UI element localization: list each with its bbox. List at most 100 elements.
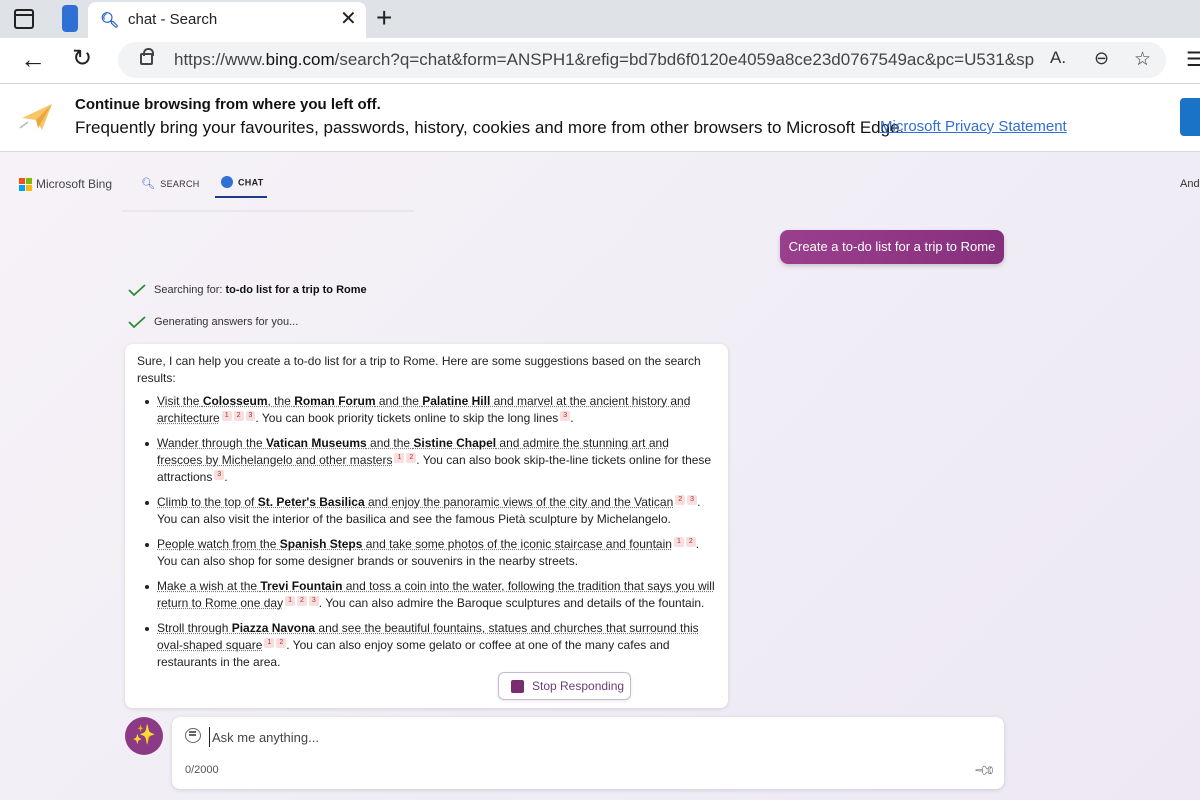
citation-badge[interactable]: 2 bbox=[685, 537, 696, 547]
stop-responding-label: Stop Responding bbox=[532, 679, 625, 693]
landmark-name: St. Peter's Basilica bbox=[257, 495, 365, 509]
back-icon[interactable]: ← bbox=[20, 45, 46, 73]
address-bar[interactable]: https://www.bing.com/search?q=chat&form=… bbox=[118, 42, 1166, 78]
answer-text: Wander through the bbox=[157, 436, 266, 450]
answer-text: Climb to the top of bbox=[157, 495, 258, 509]
import-infobar: Continue browsing from where you left of… bbox=[0, 84, 1200, 152]
landmark-name: Palatine Hill bbox=[422, 394, 491, 408]
microsoft-logo-icon bbox=[19, 177, 32, 191]
citation-badge[interactable]: 2 bbox=[233, 411, 244, 421]
tab-search[interactable]: 🔍︎ SEARCH bbox=[141, 177, 200, 190]
chat-input-box[interactable]: 0/2000 📌︎ bbox=[172, 717, 1004, 789]
citation-badge[interactable]: 3 bbox=[214, 470, 225, 480]
zoom-icon[interactable]: ⊖ bbox=[1094, 48, 1109, 69]
url-prefix: https://www. bbox=[174, 50, 266, 69]
citation-badge[interactable]: 3 bbox=[245, 411, 256, 421]
answer-text: and the bbox=[366, 436, 414, 450]
tab-strip: 🔍︎ chat - Search ✕ + bbox=[0, 0, 1200, 38]
citation-badge[interactable]: 1 bbox=[673, 537, 684, 547]
landmark-name: Spanish Steps bbox=[279, 537, 363, 551]
lock-icon[interactable] bbox=[140, 48, 154, 65]
answer-text: . bbox=[570, 411, 574, 425]
url-text[interactable]: https://www.bing.com/search?q=chat&form=… bbox=[174, 50, 1034, 70]
list-item: Visit the Colosseum, the Roman Forum and… bbox=[145, 393, 716, 427]
citation-badge[interactable]: 1 bbox=[285, 596, 295, 606]
generating-status: Generating answers for you... bbox=[128, 316, 298, 328]
cited-text[interactable]: Climb to the top of St. Peter's Basilica… bbox=[157, 495, 673, 509]
broom-icon: ✨ bbox=[132, 725, 156, 746]
reload-icon[interactable]: ↻ bbox=[72, 45, 92, 73]
read-aloud-icon[interactable]: A. bbox=[1050, 48, 1066, 68]
search-icon: 🔍︎ bbox=[141, 178, 156, 190]
answer-text: People watch from the bbox=[157, 537, 280, 551]
header-divider bbox=[122, 210, 414, 212]
citation-badge[interactable]: 3 bbox=[560, 411, 571, 421]
check-icon bbox=[128, 284, 146, 296]
answer-text: . bbox=[224, 470, 228, 484]
check-icon bbox=[128, 316, 146, 328]
searching-status: Searching for: to-do list for a trip to R… bbox=[128, 284, 367, 296]
list-item: Wander through the Vatican Museums and t… bbox=[145, 435, 716, 486]
address-toolbar: ← ↻ https://www.bing.com/search?q=chat&f… bbox=[0, 38, 1200, 84]
landmark-name: Piazza Navona bbox=[231, 621, 316, 635]
answer-text: and the bbox=[375, 394, 423, 408]
new-topic-button[interactable]: ✨ bbox=[125, 717, 163, 755]
answer-text: Make a wish at the bbox=[157, 579, 261, 593]
bot-answer: Sure, I can help you create a to-do list… bbox=[125, 344, 728, 708]
citation-badge[interactable]: 2 bbox=[296, 596, 307, 606]
bing-logo[interactable]: Microsoft Bing bbox=[19, 177, 112, 191]
answer-text: Stroll through bbox=[157, 621, 232, 635]
list-item: People watch from the Spanish Steps and … bbox=[145, 536, 716, 570]
tab-actions-icon[interactable] bbox=[14, 9, 34, 29]
citation-badge[interactable]: 1 bbox=[264, 638, 275, 648]
tab-search-label: SEARCH bbox=[160, 179, 200, 189]
citation-badge[interactable]: 2 bbox=[276, 638, 287, 648]
search-icon: 🔍︎ bbox=[100, 12, 120, 29]
chat-icon bbox=[221, 176, 233, 188]
stop-responding-button[interactable]: Stop Responding bbox=[498, 672, 631, 700]
answer-text: and take some photos of the iconic stair… bbox=[362, 537, 672, 551]
infobar-action-button[interactable] bbox=[1180, 98, 1200, 136]
landmark-name: Sistine Chapel bbox=[413, 436, 497, 450]
searching-query: to-do list for a trip to Rome bbox=[225, 284, 367, 296]
url-path: /search?q=chat&form=ANSPH1&refig=bd7bd6f… bbox=[334, 50, 1034, 69]
answer-text: . You can book priority tickets online t… bbox=[255, 411, 559, 425]
overflow-icon[interactable]: ☰ bbox=[1186, 47, 1200, 72]
answer-intro: Sure, I can help you create a to-do list… bbox=[137, 354, 701, 385]
char-count: 0/2000 bbox=[185, 764, 219, 776]
citation-badge[interactable]: 1 bbox=[221, 411, 232, 421]
list-item: Stroll through Piazza Navona and see the… bbox=[145, 620, 716, 671]
citation-badge[interactable]: 2 bbox=[675, 495, 686, 505]
answer-list: Visit the Colosseum, the Roman Forum and… bbox=[137, 393, 716, 671]
tab-title: chat - Search bbox=[128, 11, 218, 28]
active-tab-indicator bbox=[215, 196, 267, 198]
answer-text: Visit the bbox=[157, 394, 203, 408]
answer-text: . You can also admire the Baroque sculpt… bbox=[318, 596, 705, 610]
tab-chat-label: CHAT bbox=[238, 177, 264, 188]
generating-label: Generating answers for you... bbox=[154, 316, 299, 328]
chat-icon bbox=[185, 728, 201, 743]
tab-chat[interactable]: CHAT bbox=[221, 176, 264, 189]
add-favorite-icon[interactable]: ☆ bbox=[1134, 48, 1151, 71]
cited-text[interactable]: People watch from the Spanish Steps and … bbox=[157, 537, 672, 551]
landmark-name: Vatican Museums bbox=[265, 436, 367, 450]
citation-badge[interactable]: 2 bbox=[406, 453, 417, 463]
privacy-statement-link[interactable]: Microsoft Privacy Statement bbox=[880, 118, 1067, 135]
landmark-name: Roman Forum bbox=[294, 394, 376, 408]
ask-input[interactable] bbox=[209, 727, 969, 747]
close-icon[interactable]: ✕ bbox=[340, 8, 357, 30]
landmark-name: Colosseum bbox=[202, 394, 268, 408]
citation-badge[interactable]: 3 bbox=[308, 596, 319, 606]
citation-badge[interactable]: 3 bbox=[687, 495, 698, 505]
browser-tab[interactable]: 🔍︎ chat - Search ✕ bbox=[88, 2, 366, 38]
vertical-tabs-icon[interactable] bbox=[62, 5, 78, 32]
new-tab-button[interactable]: + bbox=[376, 3, 392, 33]
stop-icon bbox=[511, 679, 524, 693]
infobar-body: Frequently bring your favourites, passwo… bbox=[75, 118, 905, 137]
user-message: Create a to-do list for a trip to Rome bbox=[780, 230, 1004, 264]
url-domain: bing.com bbox=[265, 50, 335, 69]
citation-badge[interactable]: 1 bbox=[394, 453, 405, 463]
list-item: Make a wish at the Trevi Fountain and to… bbox=[145, 578, 716, 612]
user-name[interactable]: Andi bbox=[1180, 178, 1200, 190]
pin-icon[interactable]: 📌︎ bbox=[973, 758, 997, 783]
